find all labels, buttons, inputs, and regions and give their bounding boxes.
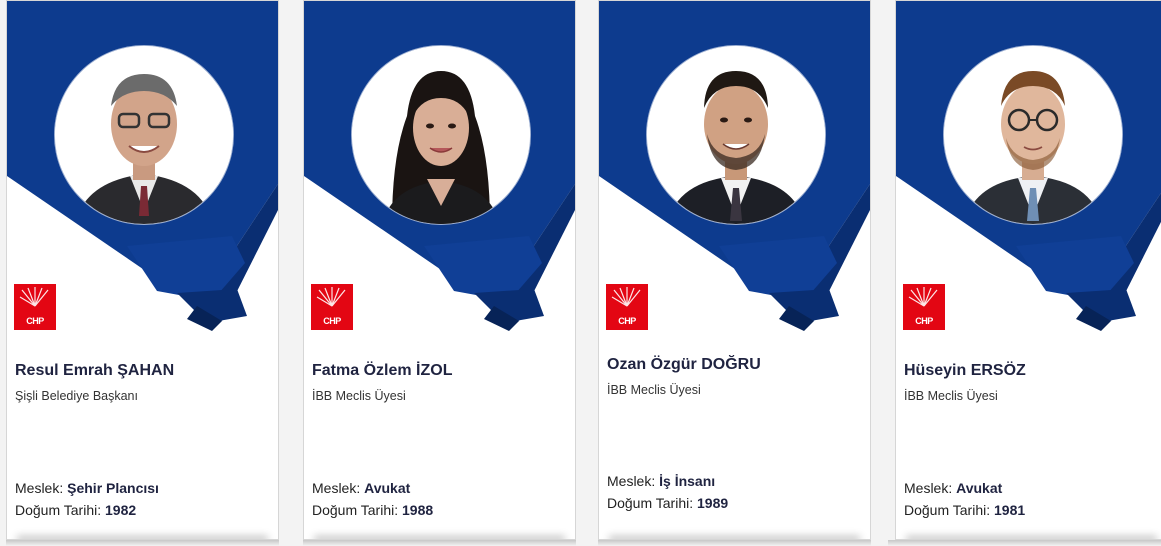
candidate-name: Fatma Özlem İZOL bbox=[312, 362, 453, 379]
occupation-line: Meslek: Avukat bbox=[904, 480, 1002, 496]
birthdate-line: Doğum Tarihi: 1989 bbox=[607, 495, 728, 511]
candidate-card-1[interactable]: CHP Resul Emrah ŞAHAN Şişli Belediye Baş… bbox=[6, 0, 279, 540]
birthdate-value: 1988 bbox=[402, 502, 434, 518]
candidate-photo bbox=[944, 46, 1122, 224]
birthdate-label: Doğum Tarihi: bbox=[904, 502, 991, 518]
candidate-name: Ozan Özgür DOĞRU bbox=[607, 356, 761, 373]
candidate-title: İBB Meclis Üyesi bbox=[904, 389, 998, 403]
candidate-title: İBB Meclis Üyesi bbox=[312, 389, 406, 403]
birthdate-label: Doğum Tarihi: bbox=[607, 495, 694, 511]
party-logo: CHP bbox=[903, 284, 945, 330]
birthdate-value: 1982 bbox=[105, 502, 137, 518]
occupation-line: Meslek: Şehir Plancısı bbox=[15, 480, 159, 496]
candidate-photo bbox=[55, 46, 233, 224]
card-shadow bbox=[303, 540, 576, 546]
card-shadow bbox=[888, 540, 1161, 546]
party-logo: CHP bbox=[311, 284, 353, 330]
birthdate-value: 1989 bbox=[697, 495, 729, 511]
candidate-name: Hüseyin ERSÖZ bbox=[904, 362, 1026, 379]
occupation-line: Meslek: Avukat bbox=[312, 480, 410, 496]
occupation-value: İş İnsanı bbox=[659, 473, 716, 489]
occupation-label: Meslek: bbox=[607, 473, 656, 489]
birthdate-label: Doğum Tarihi: bbox=[15, 502, 102, 518]
logo-text: CHP bbox=[915, 316, 933, 326]
occupation-value: Avukat bbox=[364, 480, 411, 496]
party-logo: CHP bbox=[14, 284, 56, 330]
birthdate-line: Doğum Tarihi: 1988 bbox=[312, 502, 433, 518]
logo-text: CHP bbox=[618, 316, 636, 326]
candidate-name: Resul Emrah ŞAHAN bbox=[15, 362, 175, 379]
birthdate-line: Doğum Tarihi: 1981 bbox=[904, 502, 1025, 518]
candidate-card-4[interactable]: CHP Hüseyin ERSÖZ İBB Meclis Üyesi Mesle… bbox=[895, 0, 1161, 540]
candidate-title: Şişli Belediye Başkanı bbox=[15, 389, 138, 403]
candidate-title: İBB Meclis Üyesi bbox=[607, 383, 701, 397]
occupation-value: Şehir Plancısı bbox=[67, 480, 159, 496]
candidate-photo bbox=[647, 46, 825, 224]
logo-text: CHP bbox=[323, 316, 341, 326]
birthdate-value: 1981 bbox=[994, 502, 1026, 518]
candidate-photo bbox=[352, 46, 530, 224]
party-logo: CHP bbox=[606, 284, 648, 330]
occupation-label: Meslek: bbox=[904, 480, 953, 496]
birthdate-line: Doğum Tarihi: 1982 bbox=[15, 502, 136, 518]
logo-text: CHP bbox=[26, 316, 44, 326]
candidate-card-2[interactable]: CHP Fatma Özlem İZOL İBB Meclis Üyesi Me… bbox=[303, 0, 576, 540]
card-shadow bbox=[598, 540, 871, 546]
occupation-line: Meslek: İş İnsanı bbox=[607, 473, 715, 489]
candidate-card-3[interactable]: CHP Ozan Özgür DOĞRU İBB Meclis Üyesi Me… bbox=[598, 0, 871, 540]
occupation-label: Meslek: bbox=[312, 480, 361, 496]
occupation-value: Avukat bbox=[956, 480, 1003, 496]
birthdate-label: Doğum Tarihi: bbox=[312, 502, 399, 518]
card-shadow bbox=[6, 540, 279, 546]
occupation-label: Meslek: bbox=[15, 480, 64, 496]
